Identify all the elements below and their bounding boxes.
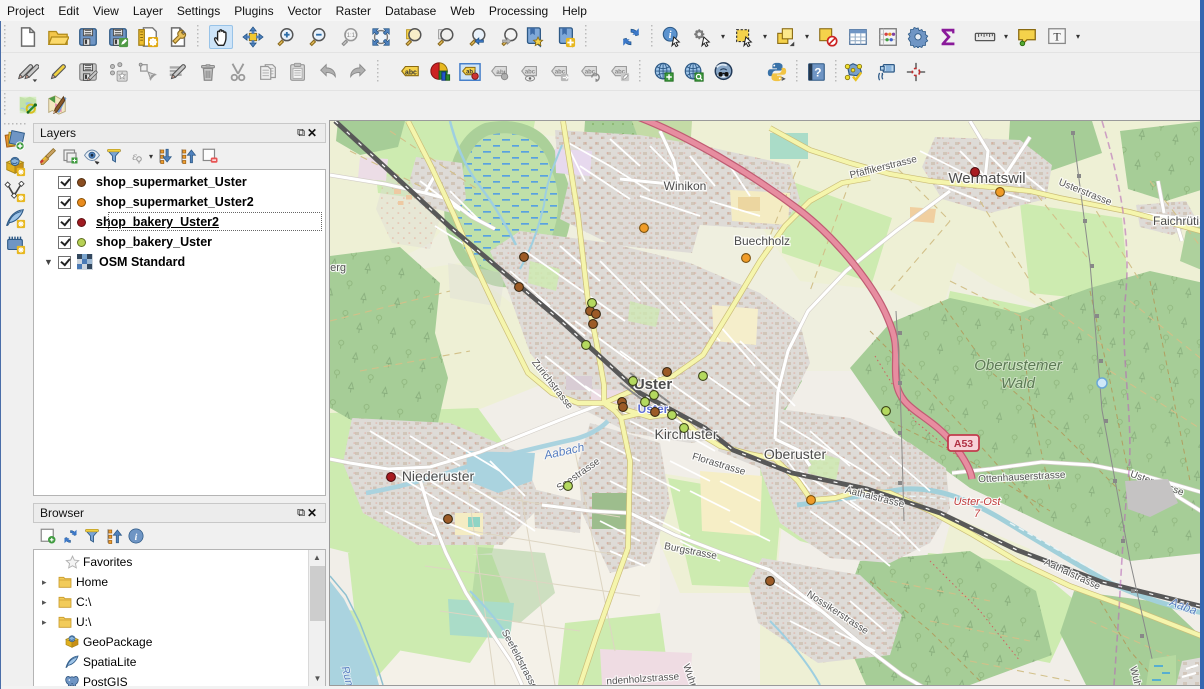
svg-text:Buechholz: Buechholz: [734, 234, 790, 248]
svg-text:Winikon: Winikon: [664, 179, 707, 193]
svg-text:T: T: [1053, 29, 1061, 43]
svg-text:Uster-Ost: Uster-Ost: [954, 496, 1002, 508]
svg-text:abc: abc: [405, 69, 417, 76]
svg-text:(1:1): (1:1): [345, 33, 357, 39]
svg-text:Wald: Wald: [1001, 375, 1036, 392]
svg-text:Oberustemer: Oberustemer: [974, 357, 1063, 374]
svg-text:berg: berg: [330, 262, 346, 274]
svg-text:abc: abc: [525, 69, 536, 75]
svg-text:i: i: [669, 29, 672, 40]
svg-text:Faichrüti: Faichrüti: [1153, 214, 1199, 228]
svg-text:A53: A53: [954, 438, 973, 450]
svg-text:Niederuster: Niederuster: [402, 468, 475, 484]
svg-text:?: ?: [814, 65, 821, 79]
svg-text:Oberuster: Oberuster: [764, 446, 827, 462]
svg-text:ε: ε: [132, 149, 137, 163]
svg-text:Wermatswil: Wermatswil: [948, 170, 1025, 187]
svg-text:i: i: [135, 532, 138, 543]
svg-text:7: 7: [974, 508, 981, 520]
